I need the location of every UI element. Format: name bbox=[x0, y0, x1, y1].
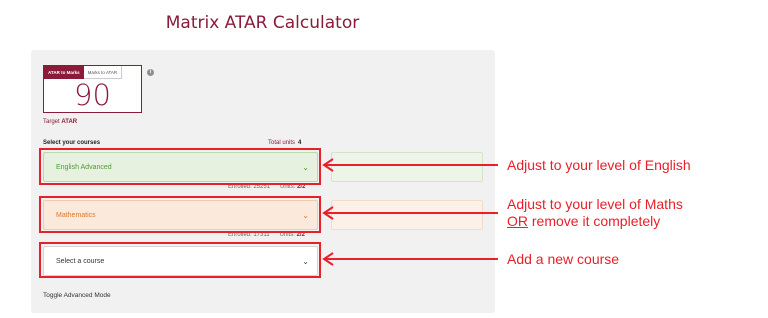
callout-maths-line1: Adjust to your level of Maths bbox=[507, 196, 683, 212]
callout-english: Adjust to your level of English bbox=[507, 157, 691, 173]
callout-maths-or: OR bbox=[507, 213, 528, 229]
callout-maths-rest: remove it completely bbox=[528, 213, 661, 229]
callout-maths: Adjust to your level of Maths OR remove … bbox=[507, 196, 683, 230]
callout-maths-line2: OR remove it completely bbox=[507, 213, 683, 230]
callout-new-course: Add a new course bbox=[507, 251, 620, 267]
